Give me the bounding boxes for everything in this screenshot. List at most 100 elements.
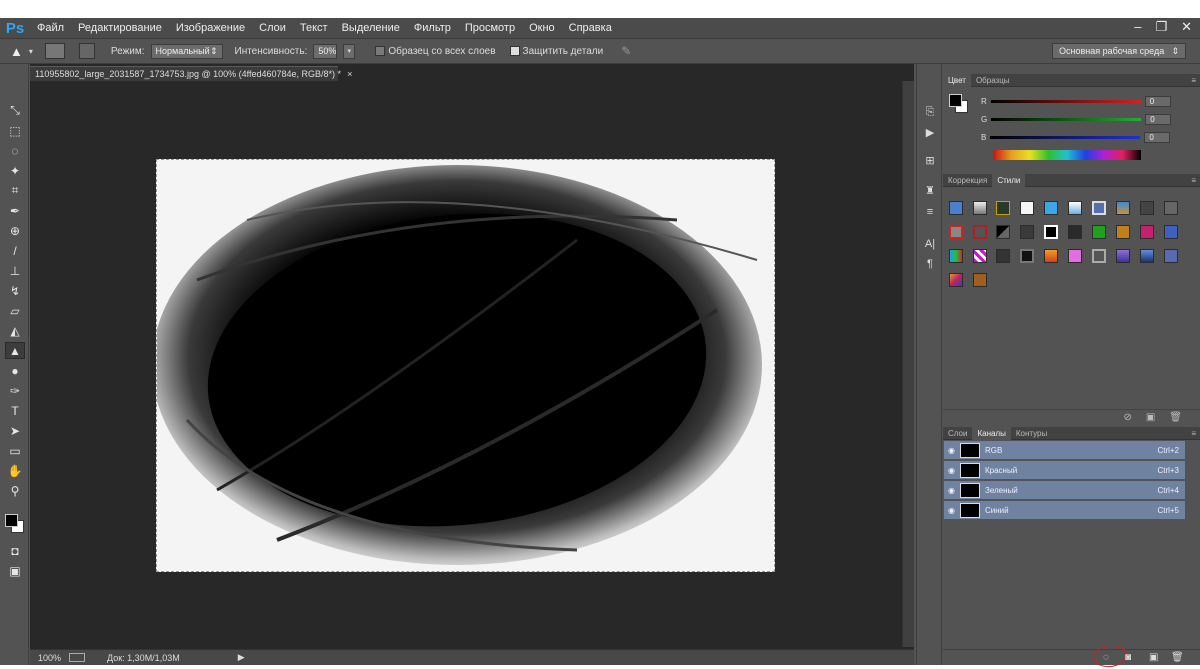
red-slider[interactable] bbox=[990, 99, 1141, 103]
document-tab[interactable]: 110955802_large_2031587_1734753.jpg @ 10… bbox=[30, 66, 352, 81]
workspace-select[interactable]: Основная рабочая среда ⇕ bbox=[1052, 43, 1186, 59]
character-icon[interactable]: A| bbox=[921, 236, 939, 252]
style-swatch[interactable] bbox=[1068, 201, 1082, 215]
blue-slider[interactable] bbox=[990, 135, 1141, 139]
menu-type[interactable]: Текст bbox=[293, 22, 335, 34]
lasso-tool-icon[interactable]: ◌ bbox=[5, 142, 25, 159]
zoom-tool-icon[interactable]: ⚲ bbox=[5, 482, 25, 499]
panel-menu-icon[interactable]: ≡ bbox=[1191, 176, 1196, 185]
tab-swatches[interactable]: Образцы bbox=[971, 74, 1015, 87]
panel-menu-icon[interactable]: ≡ bbox=[1191, 76, 1196, 85]
style-swatch[interactable] bbox=[996, 201, 1010, 215]
menu-filter[interactable]: Фильтр bbox=[407, 22, 458, 34]
vertical-scrollbar[interactable] bbox=[902, 81, 914, 647]
sample-all-layers-checkbox[interactable]: Образец со всех слоев bbox=[375, 46, 496, 57]
style-swatch[interactable] bbox=[1092, 201, 1106, 215]
new-channel-icon[interactable]: ▣ bbox=[1149, 652, 1158, 663]
menu-file[interactable]: Файл bbox=[30, 22, 71, 34]
channel-row-green[interactable]: ◉ Зеленый Ctrl+4 bbox=[944, 481, 1185, 500]
magic-wand-tool-icon[interactable]: ✦ bbox=[5, 162, 25, 179]
new-style-icon[interactable]: ▣ bbox=[1146, 412, 1155, 423]
eraser-tool-icon[interactable]: ▱ bbox=[5, 302, 25, 319]
minimize-button[interactable]: – bbox=[1134, 19, 1141, 35]
paint-bucket-tool-icon[interactable]: ◭ bbox=[5, 322, 25, 339]
menu-window[interactable]: Окно bbox=[522, 22, 562, 34]
channel-row-red[interactable]: ◉ Красный Ctrl+3 bbox=[944, 461, 1185, 480]
status-menu-arrow-icon[interactable]: ▶ bbox=[238, 652, 245, 663]
close-tab-icon[interactable]: × bbox=[347, 69, 352, 79]
brush-tool-icon[interactable]: / bbox=[5, 242, 25, 259]
panel-menu-icon[interactable]: ≡ bbox=[1191, 429, 1196, 438]
channel-row-rgb[interactable]: ◉ RGB Ctrl+2 bbox=[944, 441, 1185, 460]
history-brush-tool-icon[interactable]: ↯ bbox=[5, 282, 25, 299]
pen-tool-icon[interactable]: ✑ bbox=[5, 382, 25, 399]
intensity-slider-toggle[interactable]: ▾ bbox=[343, 43, 356, 59]
intensity-input[interactable]: 50% bbox=[313, 43, 338, 59]
type-tool-icon[interactable]: T bbox=[5, 402, 25, 419]
move-tool-icon[interactable]: ⤡ bbox=[5, 102, 25, 119]
screen-mode-icon[interactable]: ▣ bbox=[5, 562, 25, 579]
style-swatch[interactable] bbox=[1044, 201, 1058, 215]
style-swatch[interactable] bbox=[973, 225, 987, 239]
style-swatch[interactable] bbox=[949, 225, 963, 239]
green-slider[interactable] bbox=[991, 117, 1142, 121]
history-icon[interactable]: ⎘ bbox=[921, 104, 939, 120]
style-swatch[interactable] bbox=[996, 249, 1010, 263]
menu-image[interactable]: Изображение bbox=[169, 22, 252, 34]
style-swatch[interactable] bbox=[1068, 225, 1082, 239]
tab-channels[interactable]: Каналы bbox=[972, 426, 1011, 440]
crop-tool-icon[interactable]: ⌗ bbox=[5, 182, 25, 199]
tab-layers[interactable]: Слои bbox=[943, 427, 972, 440]
tool-preset-dropdown-icon[interactable]: ▾ bbox=[29, 47, 33, 56]
clone-source-icon[interactable]: ♜ bbox=[921, 182, 939, 198]
pressure-icon[interactable]: ✎ bbox=[621, 44, 631, 58]
style-swatch[interactable] bbox=[949, 201, 963, 215]
path-selection-tool-icon[interactable]: ➤ bbox=[5, 422, 25, 439]
style-swatch[interactable] bbox=[1164, 225, 1178, 239]
actions-play-icon[interactable]: ▶ bbox=[921, 124, 939, 140]
style-swatch[interactable] bbox=[973, 249, 987, 263]
clone-stamp-tool-icon[interactable]: ⊥ bbox=[5, 262, 25, 279]
style-swatch[interactable] bbox=[1164, 201, 1178, 215]
sharpen-tool-icon[interactable]: ▲ bbox=[10, 44, 23, 59]
eye-icon[interactable]: ◉ bbox=[948, 506, 955, 515]
healing-brush-tool-icon[interactable]: ⊕ bbox=[5, 222, 25, 239]
blue-value[interactable]: 0 bbox=[1144, 131, 1171, 143]
style-swatch[interactable] bbox=[996, 225, 1010, 239]
brush-presets-icon[interactable]: ≡ bbox=[921, 204, 939, 220]
green-value[interactable]: 0 bbox=[1145, 113, 1172, 125]
eye-icon[interactable]: ◉ bbox=[948, 466, 955, 475]
style-swatch[interactable] bbox=[1092, 249, 1106, 263]
adjustments-icon[interactable]: ⊞ bbox=[921, 152, 939, 168]
style-swatch[interactable] bbox=[1116, 249, 1130, 263]
eye-icon[interactable]: ◉ bbox=[948, 486, 955, 495]
style-swatch[interactable] bbox=[1164, 249, 1178, 263]
mode-select[interactable]: Нормальный ⇕ bbox=[150, 43, 223, 59]
eye-icon[interactable]: ◉ bbox=[948, 446, 955, 455]
trash-icon[interactable]: 🗑 bbox=[1169, 412, 1182, 423]
paragraph-icon[interactable]: ¶ bbox=[921, 256, 939, 272]
channel-row-blue[interactable]: ◉ Синий Ctrl+5 bbox=[944, 501, 1185, 520]
tab-adjustments[interactable]: Коррекция bbox=[943, 174, 992, 187]
delete-channel-icon[interactable]: 🗑 bbox=[1171, 652, 1184, 663]
style-swatch[interactable] bbox=[973, 273, 987, 287]
tab-styles[interactable]: Стили bbox=[992, 173, 1026, 187]
image-canvas[interactable] bbox=[156, 159, 775, 572]
color-spectrum-ramp[interactable] bbox=[993, 150, 1141, 160]
style-swatch[interactable] bbox=[1116, 201, 1130, 215]
menu-layers[interactable]: Слои bbox=[252, 22, 293, 34]
foreground-color-chip[interactable] bbox=[949, 94, 962, 107]
style-swatch[interactable] bbox=[1140, 249, 1154, 263]
eyedropper-tool-icon[interactable]: ✒ bbox=[5, 202, 25, 219]
menu-select[interactable]: Выделение bbox=[335, 22, 407, 34]
style-swatch[interactable] bbox=[1116, 225, 1130, 239]
preview-icon[interactable] bbox=[69, 653, 86, 662]
style-swatch[interactable] bbox=[1140, 225, 1154, 239]
style-swatch[interactable] bbox=[1140, 201, 1154, 215]
tab-paths[interactable]: Контуры bbox=[1011, 427, 1052, 440]
zoom-level[interactable]: 100% bbox=[38, 653, 61, 663]
style-swatch[interactable] bbox=[949, 249, 963, 263]
style-swatch[interactable] bbox=[1092, 225, 1106, 239]
sharpen-tool-icon[interactable]: ▲ bbox=[5, 342, 25, 359]
brush-panel-icon[interactable] bbox=[78, 43, 95, 59]
